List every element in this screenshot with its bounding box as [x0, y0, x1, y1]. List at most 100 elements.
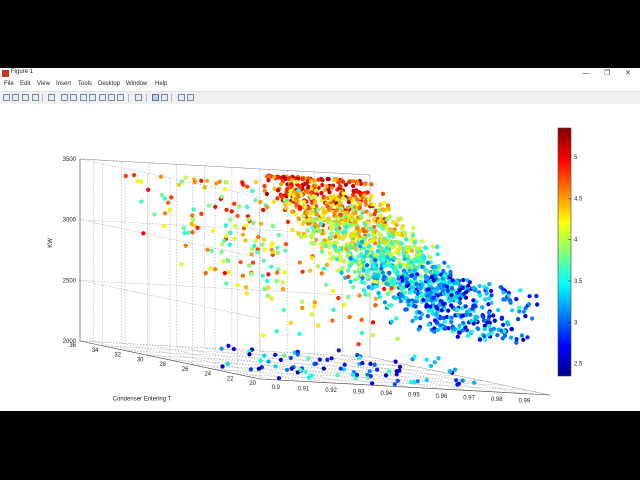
- data-point: [253, 179, 259, 185]
- data-point: [265, 293, 271, 299]
- data-point: [486, 332, 491, 337]
- data-point: [335, 372, 340, 378]
- data-point: [199, 178, 204, 184]
- data-point: [313, 194, 318, 199]
- data-point: [484, 291, 489, 296]
- data-point: [272, 352, 278, 358]
- data-point: [411, 257, 417, 262]
- data-cursor-icon[interactable]: [99, 94, 106, 101]
- menu-file[interactable]: File: [4, 81, 14, 87]
- data-point: [436, 355, 441, 361]
- zoom-out-icon[interactable]: [70, 94, 77, 101]
- data-point: [445, 308, 451, 313]
- close-button[interactable]: ✕: [620, 68, 636, 79]
- data-point: [313, 361, 319, 367]
- data-point: [276, 175, 281, 180]
- data-point: [315, 207, 321, 213]
- x-tick-label: 0.98: [491, 397, 503, 403]
- show-plot-tools-icon[interactable]: [187, 94, 194, 101]
- hide-plot-tools-icon[interactable]: [178, 94, 185, 101]
- data-point: [288, 188, 293, 194]
- data-point: [258, 358, 263, 363]
- data-point: [370, 320, 376, 325]
- minimize-button[interactable]: —: [578, 68, 594, 79]
- menu-view[interactable]: View: [37, 81, 50, 87]
- data-point: [159, 192, 165, 198]
- data-point: [363, 221, 368, 227]
- maximize-button[interactable]: ❐: [599, 68, 615, 79]
- data-point: [250, 188, 255, 194]
- menu-insert[interactable]: Insert: [56, 81, 71, 87]
- brush-icon[interactable]: [108, 94, 115, 101]
- data-point: [394, 368, 399, 374]
- data-point: [249, 246, 255, 252]
- menu-desktop[interactable]: Desktop: [98, 81, 120, 87]
- x-tick-label: 0.94: [380, 391, 392, 397]
- insert-legend-icon[interactable]: [161, 94, 168, 101]
- data-point: [309, 195, 314, 201]
- open-file-button-icon[interactable]: [12, 94, 19, 101]
- link-plot-icon[interactable]: [135, 94, 142, 101]
- menu-bar: File Edit View Insert Tools Desktop Wind…: [0, 80, 640, 91]
- data-point: [487, 281, 492, 287]
- data-point: [402, 230, 407, 235]
- data-point: [231, 201, 237, 207]
- data-point: [335, 268, 341, 273]
- menu-help[interactable]: Help: [155, 81, 167, 87]
- edit-plot-arrow-icon[interactable]: [48, 94, 55, 101]
- data-point: [301, 214, 306, 219]
- menu-window[interactable]: Window: [126, 81, 147, 87]
- data-point: [356, 267, 362, 272]
- new-figure-button-icon[interactable]: [3, 94, 10, 101]
- data-point: [186, 230, 191, 236]
- data-point: [245, 184, 250, 189]
- data-point: [269, 264, 274, 270]
- data-point: [321, 194, 326, 199]
- data-point: [270, 249, 276, 255]
- menu-tools[interactable]: Tools: [78, 81, 92, 87]
- data-point: [165, 200, 171, 205]
- data-point: [212, 267, 218, 272]
- x-tick-label: 0.96: [436, 394, 448, 400]
- rotate-3d-icon[interactable]: [89, 94, 96, 101]
- data-point: [352, 269, 358, 274]
- data-point: [385, 303, 391, 309]
- data-point: [310, 208, 316, 214]
- data-point: [361, 268, 367, 273]
- pan-hand-icon[interactable]: [80, 94, 87, 101]
- data-point: [500, 336, 505, 341]
- data-point: [355, 180, 360, 186]
- data-point: [372, 279, 377, 284]
- data-point: [389, 285, 394, 291]
- z-tick-label: 3000: [63, 218, 77, 224]
- data-point: [375, 273, 381, 278]
- data-point: [411, 225, 416, 231]
- data-point: [368, 212, 374, 218]
- data-point: [435, 293, 441, 298]
- data-point: [412, 380, 417, 385]
- zoom-in-icon[interactable]: [61, 94, 68, 101]
- menu-edit[interactable]: Edit: [20, 81, 30, 87]
- data-point: [368, 238, 374, 244]
- data-point: [213, 204, 218, 210]
- data-point: [349, 218, 355, 223]
- data-point: [312, 199, 318, 205]
- print-figure-button-icon[interactable]: [32, 94, 39, 101]
- data-point: [381, 286, 387, 292]
- data-point: [278, 357, 284, 363]
- data-point: [400, 293, 405, 299]
- data-point: [363, 181, 368, 187]
- data-point: [312, 304, 317, 309]
- colorbar[interactable]: 2.5 3 3.5 4 4.5 5: [557, 127, 583, 377]
- insert-colorbar-icon[interactable]: [152, 94, 159, 101]
- data-point: [294, 179, 300, 185]
- data-point: [336, 348, 342, 353]
- data-point: [383, 373, 389, 378]
- brush-dropdown-icon[interactable]: [117, 94, 124, 101]
- data-point: [356, 355, 362, 361]
- data-point: [183, 175, 188, 180]
- save-figure-button-icon[interactable]: [22, 94, 29, 101]
- scatter3-plot[interactable]: 0.9 0.91 0.92 0.93 0.94 0.95 0.96 0.97 0.98 0.99 2…: [0, 104, 640, 411]
- data-point: [338, 205, 344, 211]
- data-point: [446, 264, 451, 269]
